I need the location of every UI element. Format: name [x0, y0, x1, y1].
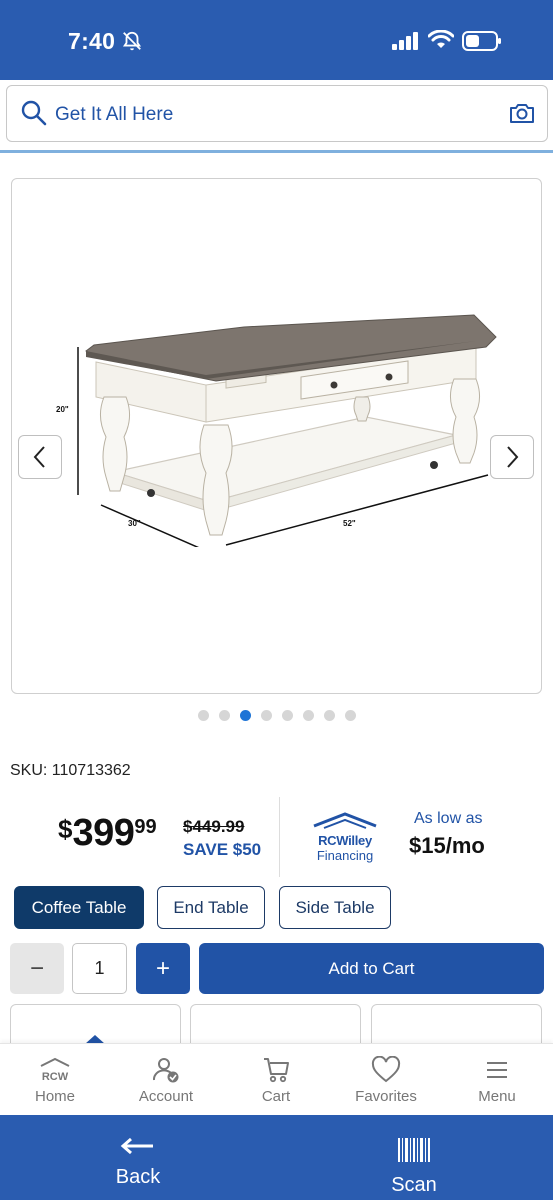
original-price: $449.99 [183, 817, 245, 836]
search-input[interactable]: Get It All Here [55, 104, 173, 126]
savings-label: SAVE $50 [183, 840, 262, 859]
hamburger-menu-icon [442, 1054, 552, 1086]
tab-account-label: Account [138, 1088, 194, 1105]
tab-home-label: Home [34, 1088, 75, 1105]
search-icon [21, 100, 47, 131]
status-time: 7:40 [68, 28, 116, 54]
width-dimension-label: 52" [343, 519, 356, 528]
back-label: Back [115, 1166, 161, 1188]
depth-dimension-label: 30" [128, 519, 141, 528]
product-image-gallery[interactable]: 20" 30" 52" [11, 178, 542, 694]
arrow-left-icon [120, 1137, 153, 1155]
pagination-dot[interactable] [282, 710, 293, 721]
pagination-dot[interactable] [240, 710, 251, 721]
tab-favorites[interactable]: Favorites [331, 1054, 441, 1105]
pagination-dot[interactable] [324, 710, 335, 721]
camera-icon[interactable] [509, 102, 535, 129]
decrease-quantity-button[interactable]: − [10, 943, 64, 994]
financing-brand: RCWilley [318, 833, 372, 848]
search-bar[interactable]: Get It All Here [6, 85, 548, 142]
tab-cart[interactable]: Cart [221, 1054, 331, 1105]
previous-image-button[interactable] [18, 435, 62, 479]
tab-account[interactable]: Account [111, 1054, 221, 1105]
scan-label: Scan [391, 1174, 437, 1196]
barcode-icon [398, 1138, 430, 1162]
pagination-dot[interactable] [219, 710, 230, 721]
cellular-signal-icon [392, 32, 420, 55]
account-icon [111, 1054, 221, 1086]
bottom-action-bar: Back Scan [0, 1115, 553, 1200]
bottom-tab-bar: RCW Home Account Cart Favorites Menu [0, 1043, 553, 1115]
cart-icon [221, 1054, 331, 1086]
variant-coffee-table[interactable]: Coffee Table [14, 886, 144, 929]
tab-cart-label: Cart [261, 1088, 291, 1105]
back-button[interactable]: Back [80, 1137, 196, 1189]
add-to-cart-button[interactable]: Add to Cart [199, 943, 544, 994]
price-whole: 399 [72, 812, 135, 854]
financing-logo[interactable]: RCWilley Financing [310, 812, 380, 863]
as-low-as-label: As low as [414, 810, 483, 827]
battery-icon [462, 31, 502, 56]
pagination-dot[interactable] [303, 710, 314, 721]
sku-label: SKU: 110713362 [10, 762, 131, 779]
height-dimension-label: 20" [56, 405, 69, 414]
header-divider [0, 150, 553, 153]
pagination-dot[interactable] [261, 710, 272, 721]
status-bar: 7:40 [0, 0, 553, 80]
quantity-field[interactable]: 1 [72, 943, 127, 994]
rcw-home-icon: RCW [0, 1054, 110, 1086]
home-logo-text: RCW [42, 1071, 69, 1083]
next-image-button[interactable] [490, 435, 534, 479]
chevron-left-icon [33, 446, 45, 468]
coffee-table-image: 20" 30" 52" [56, 314, 497, 547]
scan-button[interactable]: Scan [356, 1137, 472, 1197]
pagination-dot[interactable] [345, 710, 356, 721]
house-roof-icon [313, 812, 377, 829]
wifi-icon [427, 29, 455, 55]
tab-home[interactable]: RCW Home [0, 1054, 110, 1105]
bell-muted-icon [121, 30, 143, 57]
tab-favorites-label: Favorites [355, 1088, 417, 1105]
pagination-dot[interactable] [198, 710, 209, 721]
variant-side-table[interactable]: Side Table [279, 886, 391, 929]
monthly-payment: $15/mo [409, 833, 485, 858]
price-cents: 99 [134, 816, 157, 838]
chevron-right-icon [507, 446, 519, 468]
current-price: $39999 [58, 812, 157, 855]
increase-quantity-button[interactable]: + [136, 943, 190, 994]
price-currency: $ [58, 814, 73, 844]
gallery-pagination[interactable] [198, 710, 356, 721]
heart-icon [331, 1054, 441, 1086]
variant-end-table[interactable]: End Table [157, 886, 265, 929]
financing-sub: Financing [316, 848, 374, 863]
price-divider [279, 797, 280, 877]
tab-menu[interactable]: Menu [442, 1054, 552, 1105]
tab-menu-label: Menu [478, 1088, 516, 1105]
